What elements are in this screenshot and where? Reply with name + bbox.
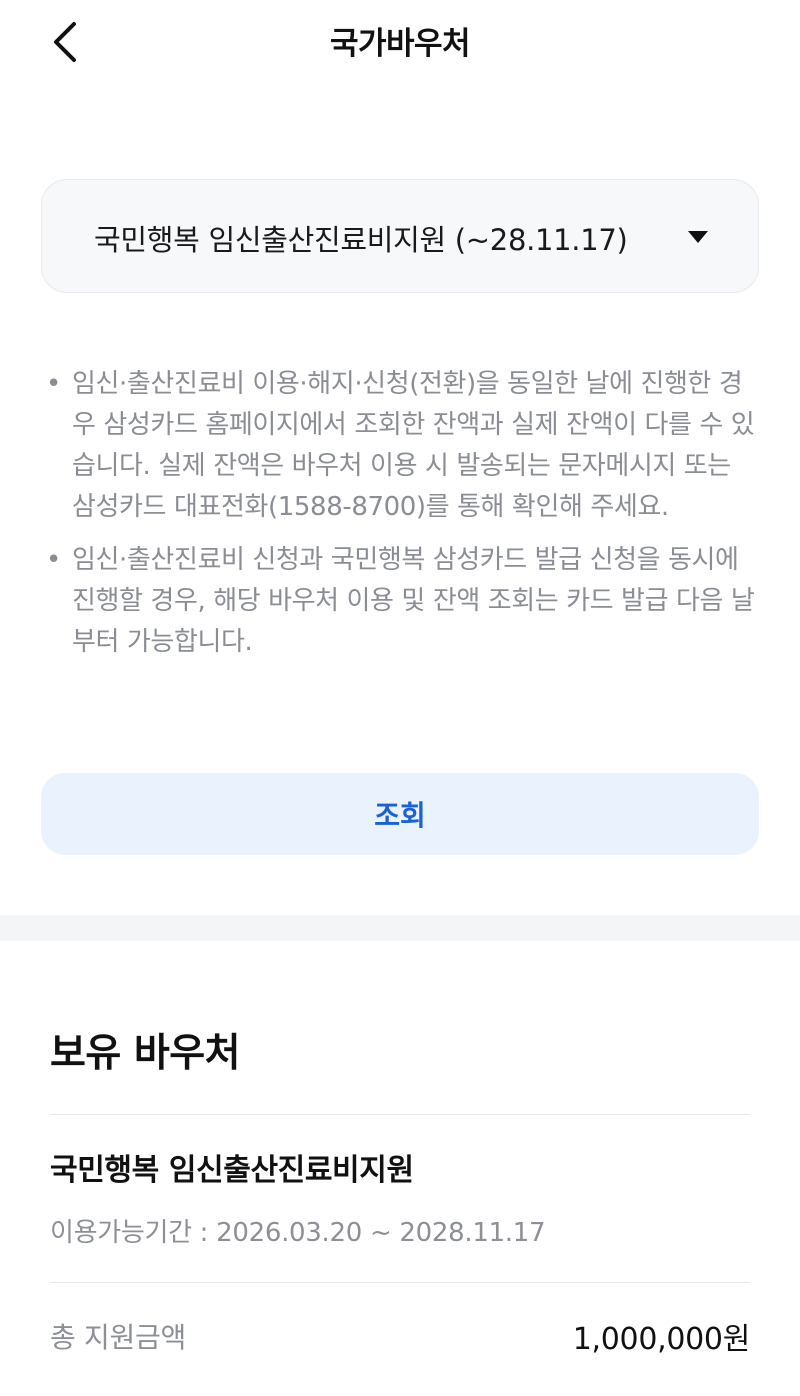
header: 국가바우처: [0, 0, 800, 80]
notice-text: 임신·출산진료비 신청과 국민행복 삼성카드 발급 신청을 동시에 진행할 경우…: [72, 545, 755, 657]
divider: [50, 1114, 750, 1115]
owned-vouchers-title: 보유 바우처: [50, 1031, 240, 1076]
divider: [50, 1282, 750, 1283]
notice-item: • 임신·출산진료비 신청과 국민행복 삼성카드 발급 신청을 동시에 진행할 …: [46, 540, 758, 663]
voucher-select[interactable]: 국민행복 임신출산진료비지원 (~28.11.17): [41, 179, 759, 293]
notice-item: • 임신·출산진료비 이용·해지·신청(전환)을 동일한 날에 진행한 경우 삼…: [46, 364, 758, 528]
bullet: •: [46, 545, 61, 575]
total-amount-label: 총 지원금액: [50, 1321, 186, 1354]
caret-down-icon: [688, 231, 708, 243]
query-button[interactable]: 조회: [41, 773, 759, 855]
notice-text: 임신·출산진료비 이용·해지·신청(전환)을 동일한 날에 진행한 경우 삼성카…: [72, 369, 755, 522]
page-title: 국가바우처: [329, 26, 471, 62]
voucher-period: 이용가능기간 : 2026.03.20 ~ 2028.11.17: [50, 1218, 546, 1248]
section-divider: [0, 915, 800, 941]
bullet: •: [46, 369, 61, 399]
voucher-name: 국민행복 임신출산진료비지원: [50, 1153, 414, 1188]
notice-list: • 임신·출산진료비 이용·해지·신청(전환)을 동일한 날에 진행한 경우 삼…: [46, 364, 758, 663]
voucher-select-value: 국민행복 임신출산진료비지원 (~28.11.17): [94, 223, 628, 257]
national-voucher-page: 국가바우처 국민행복 임신출산진료비지원 (~28.11.17) • 임신·출산…: [0, 0, 800, 1396]
total-amount-value: 1,000,000원: [572, 1322, 751, 1357]
